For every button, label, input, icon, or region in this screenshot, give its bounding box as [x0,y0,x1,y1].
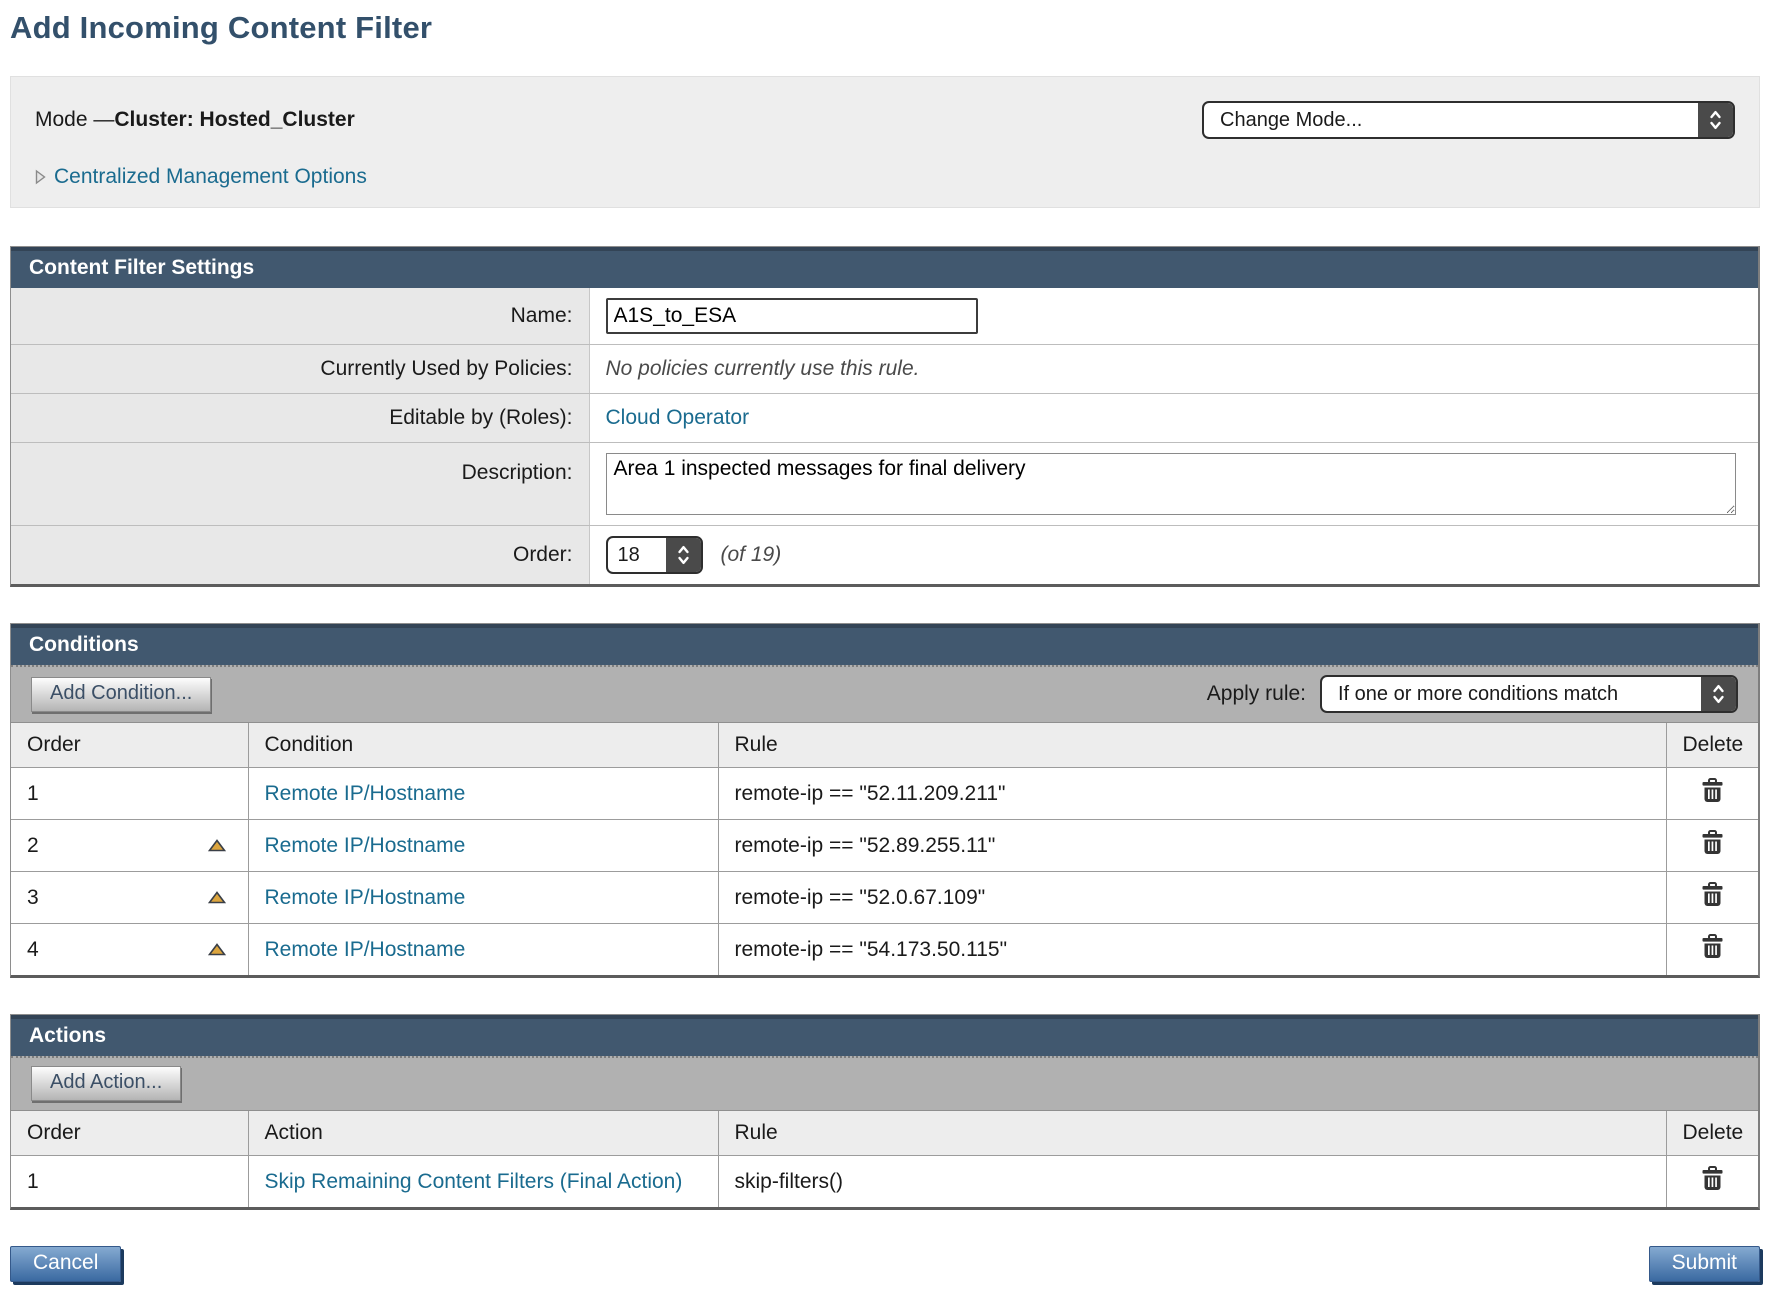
col-rule: Rule [718,723,1666,768]
content-filter-settings-header: Content Filter Settings [11,247,1758,288]
apply-rule-select[interactable]: If one or more conditions match [1320,675,1738,713]
table-row: 3 Remote IP/Hostname remote-ip == "52.0.… [11,872,1758,924]
order-total: (of 19) [721,543,782,567]
col-order: Order [11,723,248,768]
move-up-icon[interactable] [208,943,226,956]
conditions-header: Conditions [11,624,1758,665]
centralized-management-link[interactable]: Centralized Management Options [54,165,367,189]
conditions-section: Conditions Add Condition... Apply rule: … [10,623,1760,978]
condition-rule: remote-ip == "52.0.67.109" [735,886,986,909]
condition-rule: remote-ip == "52.89.255.11" [735,834,996,857]
select-stepper-icon [1698,103,1733,137]
delete-icon[interactable] [1701,778,1724,803]
action-order: 1 [27,1170,39,1193]
settings-row-policies: Currently Used by Policies: No policies … [11,345,1758,394]
order-select-value: 18 [608,538,650,572]
col-action: Action [248,1111,718,1156]
description-label: Description: [11,443,589,526]
action-rule: skip-filters() [735,1170,844,1193]
apply-rule-label: Apply rule: [1207,682,1306,706]
order-select[interactable]: 18 [606,536,703,574]
delete-icon[interactable] [1701,830,1724,855]
col-order: Order [11,1111,248,1156]
actions-toolbar: Add Action... [11,1056,1758,1111]
delete-icon[interactable] [1701,882,1724,907]
editable-label: Editable by (Roles): [11,394,589,443]
expander-triangle-icon[interactable] [35,168,46,186]
move-up-icon[interactable] [208,839,226,852]
actions-table: Order Action Rule Delete 1 Skip Remainin… [11,1111,1758,1207]
delete-icon[interactable] [1701,934,1724,959]
apply-rule-select-value: If one or more conditions match [1322,677,1634,711]
condition-rule: remote-ip == "54.173.50.115" [735,938,1008,961]
select-stepper-icon [666,538,701,572]
condition-order: 2 [27,834,39,858]
conditions-table-body: 1 Remote IP/Hostname remote-ip == "52.11… [11,768,1758,976]
policies-label: Currently Used by Policies: [11,345,589,394]
submit-button[interactable]: Submit [1649,1246,1760,1282]
table-row: 1 Remote IP/Hostname remote-ip == "52.11… [11,768,1758,820]
condition-link[interactable]: Remote IP/Hostname [265,886,466,909]
table-row: 2 Remote IP/Hostname remote-ip == "52.89… [11,820,1758,872]
condition-link[interactable]: Remote IP/Hostname [265,782,466,805]
name-label: Name: [11,288,589,345]
mode-label: Mode — [35,108,114,131]
table-row: 4 Remote IP/Hostname remote-ip == "54.17… [11,924,1758,976]
condition-order: 3 [27,886,39,910]
conditions-toolbar: Add Condition... Apply rule: If one or m… [11,665,1758,723]
select-stepper-icon [1701,677,1736,711]
settings-row-description: Description: Area 1 inspected messages f… [11,443,1758,526]
condition-order: 1 [27,782,39,806]
page-title: Add Incoming Content Filter [10,10,1760,46]
description-textarea[interactable]: Area 1 inspected messages for final deli… [606,453,1736,515]
settings-row-editable: Editable by (Roles): Cloud Operator [11,394,1758,443]
col-condition: Condition [248,723,718,768]
add-action-button[interactable]: Add Action... [31,1066,181,1101]
delete-icon[interactable] [1701,1166,1724,1191]
action-link[interactable]: Skip Remaining Content Filters (Final Ac… [265,1170,683,1193]
condition-order: 4 [27,938,39,962]
settings-row-order: Order: 18 (of 19) [11,526,1758,585]
settings-row-name: Name: [11,288,1758,345]
actions-table-header-row: Order Action Rule Delete [11,1111,1758,1156]
order-label: Order: [11,526,589,585]
policies-value: No policies currently use this rule. [606,357,920,380]
content-filter-settings-section: Content Filter Settings Name: Currently … [10,246,1760,587]
col-rule: Rule [718,1111,1666,1156]
condition-link[interactable]: Remote IP/Hostname [265,938,466,961]
conditions-table-header-row: Order Condition Rule Delete [11,723,1758,768]
change-mode-select[interactable]: Change Mode... [1202,101,1735,139]
add-condition-button[interactable]: Add Condition... [31,677,211,712]
table-row: 1 Skip Remaining Content Filters (Final … [11,1156,1758,1208]
actions-table-body: 1 Skip Remaining Content Filters (Final … [11,1156,1758,1208]
editable-roles-link[interactable]: Cloud Operator [606,406,750,429]
mode-text: Mode —Cluster: Hosted_Cluster [35,108,355,132]
mode-panel: Mode —Cluster: Hosted_Cluster Change Mod… [10,76,1760,208]
name-input[interactable] [606,298,978,334]
change-mode-select-value: Change Mode... [1204,103,1378,137]
cancel-button[interactable]: Cancel [10,1246,121,1282]
actions-section: Actions Add Action... Order Action Rule … [10,1014,1760,1210]
footer: Cancel Submit [10,1246,1760,1292]
condition-rule: remote-ip == "52.11.209.211" [735,782,1006,805]
actions-header: Actions [11,1015,1758,1056]
col-delete: Delete [1666,1111,1758,1156]
settings-table: Name: Currently Used by Policies: No pol… [11,288,1758,584]
conditions-table: Order Condition Rule Delete 1 Remote IP/… [11,723,1758,975]
condition-link[interactable]: Remote IP/Hostname [265,834,466,857]
mode-value: Cluster: Hosted_Cluster [114,108,354,131]
move-up-icon[interactable] [208,891,226,904]
col-delete: Delete [1666,723,1758,768]
